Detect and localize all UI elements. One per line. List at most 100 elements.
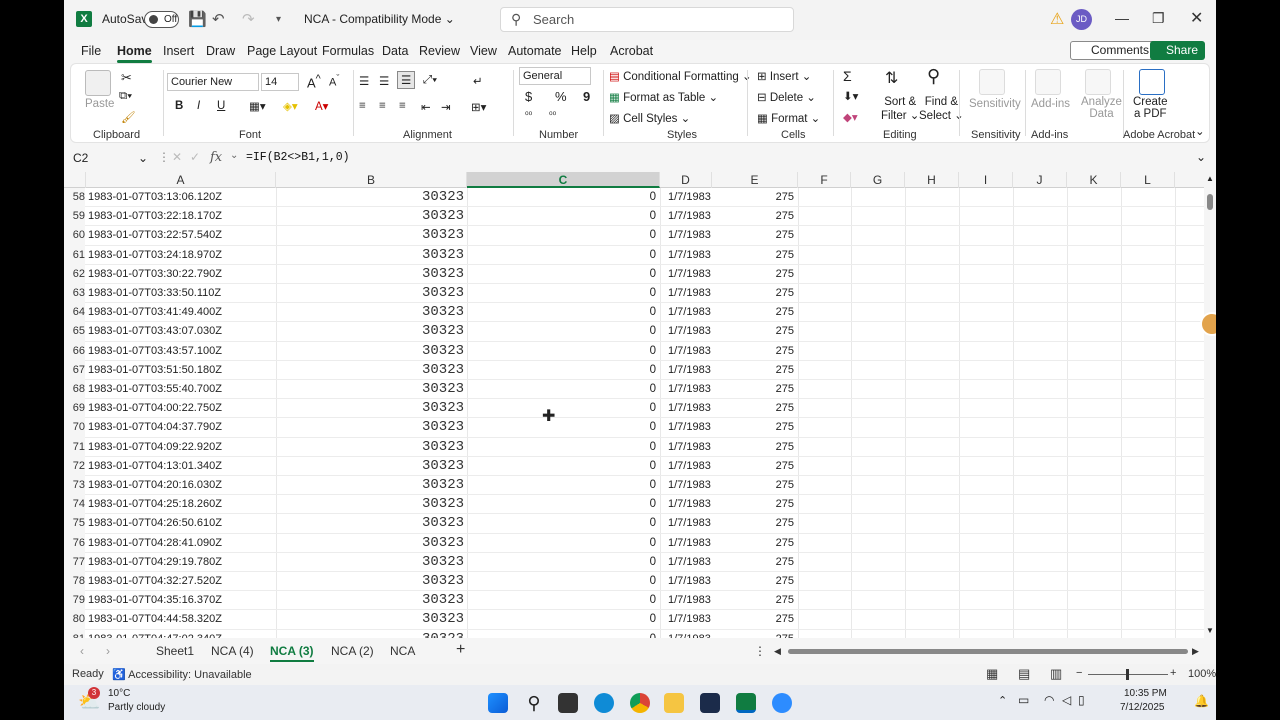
cell-d[interactable]: 1/7/1983 [668,630,711,638]
currency-button[interactable]: $ [525,89,532,104]
sort-filter-button[interactable]: Sort & Filter ⌄ [881,96,919,122]
cell-e[interactable]: 275 [754,495,794,514]
align-center-icon[interactable]: ≡ [379,100,386,112]
cell-b[interactable]: 30323 [324,246,464,265]
cell-b[interactable]: 30323 [324,342,464,361]
cell-d[interactable]: 1/7/1983 [668,591,711,610]
zoom-level[interactable]: 100% [1188,668,1216,680]
tab-page-layout[interactable]: Page Layout [247,44,317,58]
cell-e[interactable]: 275 [754,399,794,418]
column-header[interactable]: F [798,172,851,188]
tab-review[interactable]: Review [419,44,460,58]
show-hidden-icons[interactable]: ⌃ [998,694,1007,707]
next-sheet-icon[interactable]: › [106,644,110,658]
row-header[interactable]: 58 [64,188,85,208]
cell-d[interactable]: 1/7/1983 [668,342,711,361]
cell-e[interactable]: 275 [754,457,794,476]
borders-icon[interactable]: ▦▾ [249,99,266,113]
cell-e[interactable]: 275 [754,188,794,207]
add-sheet-icon[interactable]: + [456,641,465,659]
enter-icon[interactable]: ✓ [190,150,200,164]
scroll-up-icon[interactable]: ▲ [1206,174,1214,183]
column-header[interactable]: J [1013,172,1067,188]
sheet-tab[interactable]: Sheet1 [156,644,194,658]
format-cells-button[interactable]: ▦ Format ⌄ [757,111,820,125]
row-header[interactable]: 68 [64,380,85,400]
row-header[interactable]: 78 [64,572,85,592]
cell-c[interactable]: 0 [468,553,656,572]
tab-formulas[interactable]: Formulas [322,44,374,58]
cell-a[interactable]: 1983-01-07T04:13:01.340Z [88,457,222,476]
cell-a[interactable]: 1983-01-07T03:33:50.110Z [88,284,221,303]
cell-e[interactable]: 275 [754,284,794,303]
align-right-icon[interactable]: ≡ [399,100,406,112]
tab-file[interactable]: File [81,44,101,58]
row-header[interactable]: 80 [64,610,85,630]
cell-e[interactable]: 275 [754,207,794,226]
cell-c[interactable]: 0 [468,457,656,476]
column-header[interactable]: B [276,172,467,188]
cell-e[interactable]: 275 [754,246,794,265]
format-painter-icon[interactable]: 🖌 [121,110,136,124]
merge-center-icon[interactable]: ⊞▾ [471,100,486,114]
cell-e[interactable]: 275 [754,226,794,245]
clock-date[interactable]: 7/12/2025 [1120,702,1165,713]
delete-cells-button[interactable]: ⊟ Delete ⌄ [757,90,816,104]
row-header[interactable]: 60 [64,226,85,246]
bold-button[interactable]: B [175,100,183,112]
sort-filter-icon[interactable]: ⇅ [885,68,898,88]
more-icon[interactable]: ⋮ [158,150,170,164]
tab-draw[interactable]: Draw [206,44,235,58]
row-header[interactable]: 62 [64,264,85,284]
cell-a[interactable]: 1983-01-07T03:43:57.100Z [88,342,222,361]
row-header[interactable]: 74 [64,495,85,515]
zoom-out-icon[interactable]: − [1076,667,1082,679]
close-icon[interactable]: ✕ [1190,8,1203,28]
cell-styles-button[interactable]: ▨ Cell Styles ⌄ [609,111,690,125]
tray-icon[interactable]: ▭ [1018,693,1029,707]
font-size-select[interactable]: 14 [261,73,299,91]
cell-e[interactable]: 275 [754,322,794,341]
cell-e[interactable]: 275 [754,553,794,572]
cell-a[interactable]: 1983-01-07T03:55:40.700Z [88,380,222,399]
cell-a[interactable]: 1983-01-07T03:51:50.180Z [88,361,222,380]
fill-icon[interactable]: ⬇▾ [843,89,858,103]
insert-function-button[interactable]: fx [210,150,222,165]
cell-d[interactable]: 1/7/1983 [668,380,711,399]
warning-icon[interactable]: ⚠ [1050,9,1064,29]
cell-a[interactable]: 1983-01-07T04:26:50.610Z [88,514,222,533]
paste-icon[interactable] [85,70,111,96]
tab-help[interactable]: Help [571,44,597,58]
cell-d[interactable]: 1/7/1983 [668,572,711,591]
cell-a[interactable]: 1983-01-07T03:43:07.030Z [88,322,222,341]
cell-a[interactable]: 1983-01-07T04:09:22.920Z [88,438,222,457]
orientation-icon[interactable]: ⤢▾ [423,74,437,87]
cell-e[interactable]: 275 [754,303,794,322]
cell-e[interactable]: 275 [754,418,794,437]
cell-grid[interactable]: 58 1983-01-07T03:13:06.120Z 30323 0 1/7/1983… [64,188,1204,638]
weather-widget[interactable]: ⛅ 3 [78,687,104,714]
cell-b[interactable]: 30323 [324,418,464,437]
cell-e[interactable]: 275 [754,342,794,361]
cell-b[interactable]: 30323 [324,514,464,533]
cell-e[interactable]: 275 [754,514,794,533]
cell-a[interactable]: 1983-01-07T04:00:22.750Z [88,399,222,418]
cell-c[interactable]: 0 [468,380,656,399]
increase-font-icon[interactable]: A^ [307,73,321,90]
row-header[interactable]: 69 [64,399,85,419]
column-header[interactable]: I [959,172,1013,188]
cell-c[interactable]: 0 [468,495,656,514]
chrome-icon[interactable] [630,693,650,713]
cell-b[interactable]: 30323 [324,438,464,457]
italic-button[interactable]: I [197,100,200,112]
tab-home[interactable]: Home [117,44,152,63]
cell-d[interactable]: 1/7/1983 [668,457,711,476]
tab-acrobat[interactable]: Acrobat [610,44,653,58]
cell-a[interactable]: 1983-01-07T03:24:18.970Z [88,246,222,265]
tab-insert[interactable]: Insert [163,44,194,58]
zoom-in-icon[interactable]: + [1170,667,1176,679]
scroll-down-icon[interactable]: ▼ [1206,626,1214,635]
excel-taskbar-icon[interactable] [736,693,756,713]
sheet-tab-active[interactable]: NCA (3) [270,644,314,662]
cell-c[interactable]: 0 [468,534,656,553]
